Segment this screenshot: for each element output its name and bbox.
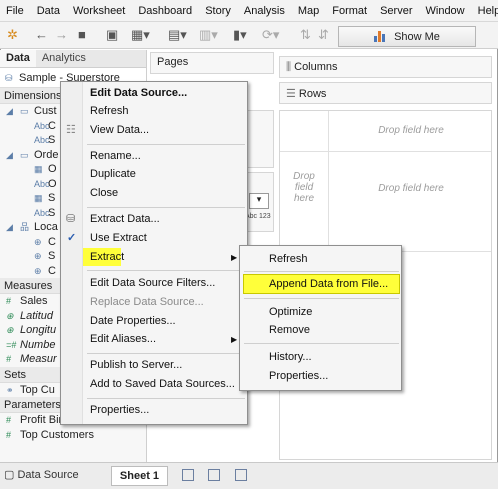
submenu-item-remove[interactable]: Remove [269,321,310,340]
menu-item-properties[interactable]: Properties... [90,401,149,420]
rows-shelf[interactable]: ☰ Rows [279,82,492,104]
menu-analysis[interactable]: Analysis [244,5,285,17]
swap-icon[interactable]: ⇅ [300,27,311,43]
menu-map[interactable]: Map [298,5,319,17]
submenu-item-properties[interactable]: Properties... [269,367,328,386]
tab-analytics[interactable]: Analytics [35,50,146,67]
menu-item-close[interactable]: Close [90,184,118,203]
extract-data-icon: ⛁ [66,213,76,225]
new-data-source-icon[interactable]: ▣ [106,27,118,43]
run-update-icon[interactable]: ⟳▾ [262,27,279,43]
menu-item-rename[interactable]: Rename... [90,147,141,166]
menu-window[interactable]: Window [426,5,465,17]
menu-item-refresh[interactable]: Refresh [90,102,129,121]
rows-icon: ☰ [286,88,299,100]
back-icon[interactable]: ← [35,27,48,43]
columns-drop-zone[interactable]: Drop field here [336,125,486,136]
menu-server[interactable]: Server [380,5,412,17]
menu-item-replace-data-source: Replace Data Source... [90,296,204,308]
new-story-tab-icon[interactable] [235,469,247,481]
show-me-button[interactable]: Show Me [338,26,476,47]
submenu-arrow-icon: ▶ [231,335,238,344]
menu-item-edit-data-source-filters[interactable]: Edit Data Source Filters... [90,274,215,293]
menu-item-extract-data[interactable]: Extract Data... [90,210,160,229]
tab-data[interactable]: Data [0,50,36,67]
clear-sheet-icon[interactable]: ▥▾ [199,27,218,43]
sheet-tab-bar: ▢ Data Source Sheet 1 [0,462,498,489]
save-icon[interactable]: ■ [78,27,86,43]
tab-sheet-1[interactable]: Sheet 1 [111,466,168,486]
show-me-label: Show Me [394,30,440,43]
menu-item-add-to-saved-data-sources[interactable]: Add to Saved Data Sources... [90,375,235,394]
checkmark-icon: ✓ [67,232,77,244]
submenu-item-optimize[interactable]: Optimize [269,303,312,322]
submenu-item-append-data-from-file[interactable]: Append Data from File... [269,275,388,294]
menu-format[interactable]: Format [332,5,367,17]
new-worksheet-icon[interactable]: ▦▾ [131,27,150,43]
tableau-logo-icon[interactable]: ✲ [7,27,18,43]
menu-bar: File Data Worksheet Dashboard Story Anal… [0,0,498,22]
menu-item-edit-aliases[interactable]: Edit Aliases... [90,330,156,349]
extract-submenu: Refresh Append Data from File... Optimiz… [239,245,402,391]
menu-item-edit-data-source[interactable]: Edit Data Source... [90,84,187,103]
menu-item-extract[interactable]: Extract [90,248,124,267]
text-mark-button[interactable]: Abc 123 [245,213,271,220]
data-source-context-menu: Edit Data Source... Refresh ☷ View Data.… [60,81,248,425]
menu-story[interactable]: Story [205,5,231,17]
menu-item-use-extract[interactable]: Use Extract [90,229,147,248]
menu-item-duplicate[interactable]: Duplicate [90,165,136,184]
menu-worksheet[interactable]: Worksheet [73,5,125,17]
menu-item-publish-to-server[interactable]: Publish to Server... [90,356,182,375]
view-data-icon: ☷ [66,124,76,136]
data-source-tab-icon: ▢ [4,469,18,481]
data-source-tab[interactable]: ▢ Data Source [4,468,79,481]
parameter-field[interactable]: # Top Customers [0,428,146,443]
columns-shelf[interactable]: ⫼ Columns [279,56,492,78]
menu-item-date-properties[interactable]: Date Properties... [90,312,176,331]
submenu-item-refresh[interactable]: Refresh [269,250,308,269]
submenu-arrow-icon: ▶ [231,253,238,262]
rows-drop-zone[interactable]: Drop field here [284,171,324,204]
field-drop-zone[interactable]: Drop field here [336,183,486,194]
sort-icon[interactable]: ⇵ [318,27,329,43]
menu-item-view-data[interactable]: View Data... [90,121,149,140]
pages-shelf[interactable]: Pages [150,52,274,74]
submenu-item-history[interactable]: History... [269,348,312,367]
forward-icon[interactable]: → [55,27,68,43]
bar-chart-icon [374,31,388,42]
menu-data[interactable]: Data [37,5,60,17]
new-worksheet-tab-icon[interactable] [182,469,194,481]
menu-dashboard[interactable]: Dashboard [138,5,192,17]
columns-icon: ⫼ [286,61,295,73]
menu-help[interactable]: Help [478,5,498,17]
pause-updates-icon[interactable]: ▮▾ [233,27,247,43]
mark-type-dropdown[interactable]: ▾ [249,193,269,209]
menu-file[interactable]: File [6,5,24,17]
new-dashboard-tab-icon[interactable] [208,469,220,481]
data-source-icon: ⛁ [5,73,13,83]
duplicate-sheet-icon[interactable]: ▤▾ [168,27,187,43]
